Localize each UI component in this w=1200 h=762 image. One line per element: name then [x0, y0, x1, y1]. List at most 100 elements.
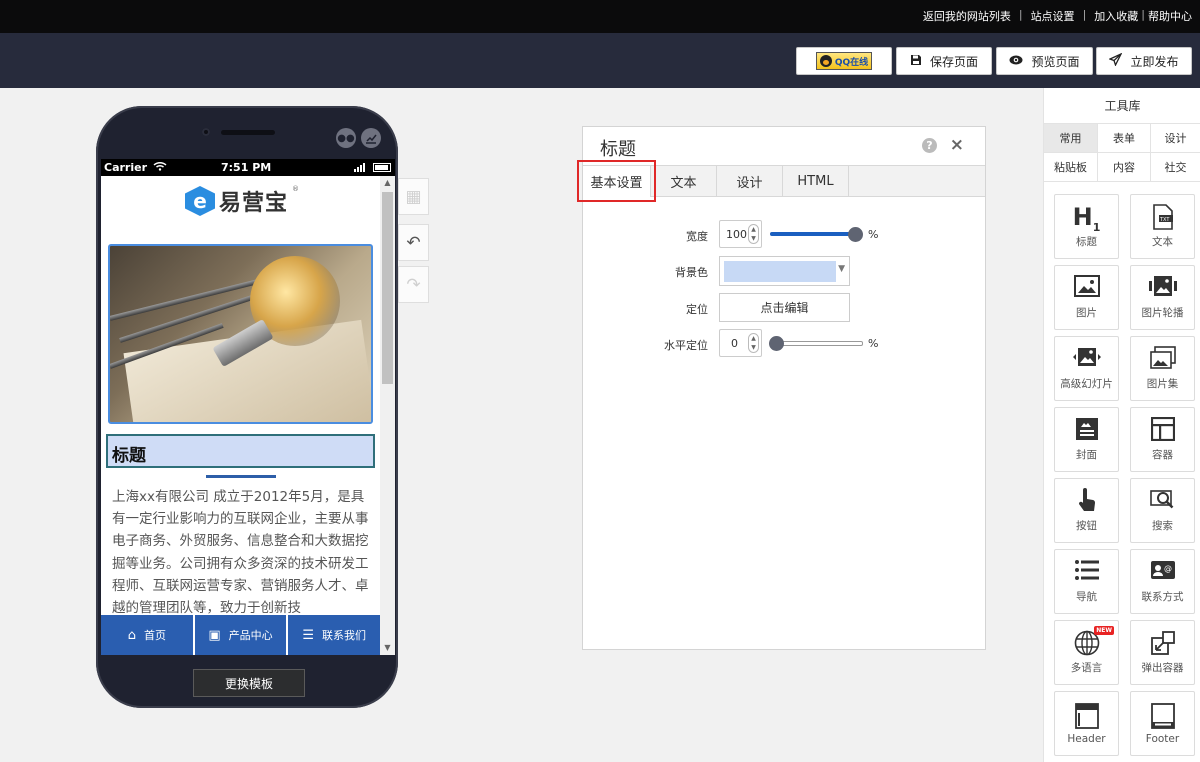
send-icon: [1108, 52, 1123, 69]
width-label: 宽度: [686, 230, 708, 243]
help-icon[interactable]: ?: [922, 138, 937, 153]
intro-paragraph: 上海xx有限公司 成立于2012年5月，是具有一定行业影响力的互联网企业，主要从…: [112, 489, 369, 617]
logo-text: 易营宝: [219, 191, 289, 216]
category-form[interactable]: 表单: [1097, 123, 1151, 153]
hero-image[interactable]: [108, 244, 373, 424]
publish-now-button[interactable]: 立即发布: [1096, 47, 1192, 75]
svg-text:TXT: TXT: [1159, 217, 1170, 223]
tool-label: 搜索: [1152, 520, 1173, 532]
tool-text[interactable]: TXT 文本: [1130, 194, 1195, 259]
save-label: 保存页面: [929, 54, 978, 69]
category-content[interactable]: 内容: [1097, 152, 1151, 182]
category-design[interactable]: 设计: [1150, 123, 1200, 153]
save-page-button[interactable]: 保存页面: [896, 47, 992, 75]
slider-knob[interactable]: [848, 227, 863, 242]
close-icon[interactable]: ×: [950, 135, 964, 155]
panel-tabs: 基本设置 文本 设计 HTML: [583, 165, 985, 197]
phone-screen: Carrier 7:51 PM e 易营宝 ® 标题 上海xx有限公司 成立于2…: [101, 159, 395, 655]
tool-popup-container[interactable]: 弹出容器: [1130, 620, 1195, 685]
pointer-icon: [1076, 488, 1098, 514]
change-template-button[interactable]: 更换模板: [193, 669, 305, 697]
tool-navigation[interactable]: 导航: [1054, 549, 1119, 614]
tool-multilanguage[interactable]: NEW 多语言: [1054, 620, 1119, 685]
nav-tab-home[interactable]: ⌂ 首页: [101, 615, 193, 655]
stepper-arrows-icon[interactable]: ▲ ▼: [748, 224, 759, 244]
scroll-down-icon[interactable]: ▼: [380, 641, 395, 655]
click-edit-button[interactable]: 点击编辑: [719, 293, 850, 322]
panel-title: 标题: [600, 139, 636, 160]
tool-container[interactable]: 容器: [1130, 407, 1195, 472]
tool-cover[interactable]: 封面: [1054, 407, 1119, 472]
stepper-arrows-icon[interactable]: ▲ ▼: [748, 333, 759, 353]
tool-label: Footer: [1145, 732, 1180, 745]
add-favorite-link[interactable]: 加入收藏: [1094, 8, 1138, 24]
tool-label: Header: [1067, 732, 1106, 745]
tool-button[interactable]: 按钮: [1054, 478, 1119, 543]
slider-knob[interactable]: [769, 336, 784, 351]
help-center-link[interactable]: 帮助中心: [1148, 8, 1192, 24]
tab-design[interactable]: 设计: [717, 166, 783, 197]
site-settings-link[interactable]: 站点设置: [1031, 8, 1075, 24]
hpos-stepper[interactable]: 0 ▲ ▼: [719, 329, 762, 357]
width-stepper[interactable]: 100 ▲ ▼: [719, 220, 762, 248]
category-social[interactable]: 社交: [1150, 152, 1200, 182]
wifi-icon: [153, 161, 167, 174]
tool-header[interactable]: Header: [1054, 691, 1119, 756]
tool-contact[interactable]: @ 联系方式: [1130, 549, 1195, 614]
bg-color-picker[interactable]: ▼: [719, 256, 850, 286]
width-slider[interactable]: [770, 227, 863, 242]
editor-toolbar: QQ在线 保存页面 预览页面 立即发布: [0, 33, 1200, 88]
tool-search[interactable]: 搜索: [1130, 478, 1195, 543]
toolbox-title: 工具库: [1104, 99, 1141, 113]
scroll-up-icon[interactable]: ▲: [380, 176, 395, 190]
slideshow-icon: [1072, 346, 1102, 372]
category-clipboard[interactable]: 粘贴板: [1043, 152, 1098, 182]
separator: |: [1082, 8, 1087, 21]
tool-carousel[interactable]: 图片轮播: [1130, 265, 1195, 330]
tool-label: 导航: [1076, 591, 1097, 603]
battery-icon: [373, 163, 391, 172]
tool-image[interactable]: 图片: [1054, 265, 1119, 330]
phone-scrollbar[interactable]: ▲ ▼: [380, 176, 395, 655]
nav-tab-contact[interactable]: ☰ 联系我们: [288, 615, 381, 655]
phone-bottom-nav: ⌂ 首页 ▣ 产品中心 ☰ 联系我们: [101, 615, 381, 655]
redo-icon[interactable]: ↷: [398, 266, 429, 303]
list-icon: ☰: [302, 627, 314, 643]
qq-online-button[interactable]: QQ在线: [796, 47, 892, 75]
nav-tab-products[interactable]: ▣ 产品中心: [194, 615, 287, 655]
tool-label: 图片集: [1146, 378, 1179, 390]
tool-label: 容器: [1152, 449, 1173, 461]
wechat-icon[interactable]: ●●: [336, 128, 356, 148]
tool-label: 联系方式: [1141, 591, 1184, 603]
nav-tab-label: 首页: [143, 629, 166, 642]
tool-slideshow[interactable]: 高级幻灯片: [1054, 336, 1119, 401]
tool-footer[interactable]: Footer: [1130, 691, 1195, 756]
category-common[interactable]: 常用: [1043, 123, 1098, 153]
tool-gallery[interactable]: 图片集: [1130, 336, 1195, 401]
layout-grid-icon[interactable]: ▦: [398, 178, 429, 215]
popup-icon: [1150, 630, 1176, 656]
undo-icon[interactable]: ↶: [398, 224, 429, 261]
width-unit: %: [868, 228, 879, 241]
tab-text[interactable]: 文本: [651, 166, 717, 197]
properties-panel: 标题 ? × 基本设置 文本 设计 HTML: [582, 126, 986, 650]
preview-page-button[interactable]: 预览页面: [996, 47, 1093, 75]
slider-fill: [770, 232, 855, 236]
hpos-value: 0: [731, 336, 738, 350]
toolbox-categories: 常用 表单 设计 粘贴板 内容 社交: [1043, 123, 1200, 182]
tool-label: 多语言: [1070, 662, 1103, 674]
selected-title-module[interactable]: 标题: [106, 434, 375, 468]
color-swatch: [724, 261, 836, 282]
eye-icon: [1009, 54, 1023, 68]
site-logo[interactable]: e 易营宝 ®: [185, 185, 299, 217]
tab-html[interactable]: HTML: [783, 166, 849, 197]
tab-basic-settings[interactable]: 基本设置: [583, 166, 651, 197]
back-to-sites-link[interactable]: 返回我的网站列表: [923, 8, 1011, 24]
tool-heading[interactable]: H1 标题: [1054, 194, 1119, 259]
stats-icon[interactable]: [361, 128, 381, 148]
hpos-slider[interactable]: [769, 336, 863, 351]
new-badge: NEW: [1094, 626, 1114, 635]
scroll-thumb[interactable]: [382, 192, 393, 384]
nav-tab-label: 联系我们: [322, 629, 366, 642]
tool-label: 图片轮播: [1141, 307, 1184, 319]
